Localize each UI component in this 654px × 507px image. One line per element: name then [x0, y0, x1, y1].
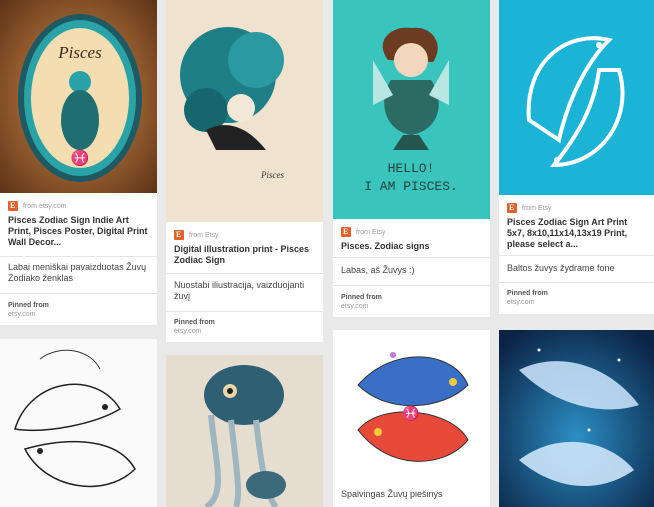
hello-text: HELLO! [388, 161, 435, 176]
divider [333, 257, 490, 258]
pin-image-white-fish[interactable] [499, 0, 654, 195]
pin-description: Baltos žuvys žydrame fone [507, 263, 615, 273]
pin-description: Labai meniškai pavaizduotas Žuvų Zodiako… [8, 262, 147, 283]
etsy-favicon-icon [174, 230, 184, 240]
pinned-from[interactable]: Pinned from etsy.com [8, 301, 49, 319]
pinned-from[interactable]: Pinned from etsy.com [341, 293, 382, 311]
pin-title[interactable]: Digital illustration print - Pisces Zodi… [174, 244, 315, 266]
divider [499, 255, 654, 256]
pin-card[interactable] [166, 355, 323, 507]
etsy-favicon-icon [341, 227, 351, 237]
pin-source[interactable]: from Etsy [341, 226, 386, 238]
pin-image-hello-pisces[interactable]: HELLO! I AM PISCES. [333, 0, 490, 219]
pin-card[interactable]: from Etsy Pisces Zodiac Sign Art Print 5… [499, 0, 654, 314]
divider [0, 256, 157, 257]
pin-image-digital-illustration[interactable]: Pisces [166, 0, 323, 222]
divider [0, 293, 157, 294]
pin-source[interactable]: from etsy.com [8, 200, 66, 212]
pinned-from[interactable]: Pinned from etsy.com [507, 289, 548, 307]
pin-description: Spalvingas Žuvų piešinys [341, 489, 443, 499]
etsy-favicon-icon [507, 203, 517, 213]
illustration-signature: Pisces [260, 170, 284, 180]
pin-title[interactable]: Pisces Zodiac Sign Indie Art Print, Pisc… [8, 215, 149, 248]
pin-image-fish-painting[interactable] [166, 355, 323, 507]
pin-column-3: HELLO! I AM PISCES. from Etsy Pisces. Zo… [333, 0, 490, 507]
pinned-from[interactable]: Pinned from etsy.com [174, 318, 215, 336]
pin-image-pisces-poster[interactable]: Pisces ♓ [0, 0, 157, 193]
divider [166, 311, 323, 312]
divider [499, 282, 654, 283]
poster-title-text: Pisces [57, 43, 102, 62]
pin-title[interactable]: Pisces Zodiac Sign Art Print 5x7, 8x10,1… [507, 217, 646, 250]
etsy-favicon-icon [8, 201, 18, 211]
pin-column-1: Pisces ♓ from etsy.com Pisces Zodiac Sig… [0, 0, 157, 507]
pin-image-blue-fish[interactable] [499, 330, 654, 507]
pin-card[interactable]: Pisces ♓ from etsy.com Pisces Zodiac Sig… [0, 0, 157, 325]
i-am-pisces-text: I AM PISCES. [364, 179, 458, 194]
pin-card[interactable] [499, 330, 654, 507]
pin-card[interactable]: Pisces from Etsy Digital illustration pr… [166, 0, 323, 342]
pin-image-colorful-fish[interactable]: ♓ [333, 330, 490, 480]
pin-column-2: Pisces from Etsy Digital illustration pr… [166, 0, 323, 507]
pin-description: Nuostabi iliustracija, vaizduojanti žuvį [174, 280, 305, 301]
pin-title[interactable]: Pisces. Zodiac signs [341, 241, 482, 252]
divider [166, 273, 323, 274]
pisces-symbol: ♓ [71, 149, 90, 167]
pin-column-4: from Etsy Pisces Zodiac Sign Art Print 5… [499, 0, 654, 507]
pin-description: Labas, aš Žuvys :) [341, 265, 415, 275]
pin-image-sketch-fish[interactable] [0, 339, 157, 507]
pin-source[interactable]: from Etsy [174, 229, 219, 241]
pin-card[interactable]: HELLO! I AM PISCES. from Etsy Pisces. Zo… [333, 0, 490, 317]
pisces-symbol: ♓ [402, 405, 419, 422]
pin-card[interactable]: ♓ Spalvingas Žuvų piešinys [333, 330, 490, 507]
pin-card[interactable] [0, 339, 157, 507]
pin-source[interactable]: from Etsy [507, 202, 552, 214]
divider [333, 285, 490, 286]
